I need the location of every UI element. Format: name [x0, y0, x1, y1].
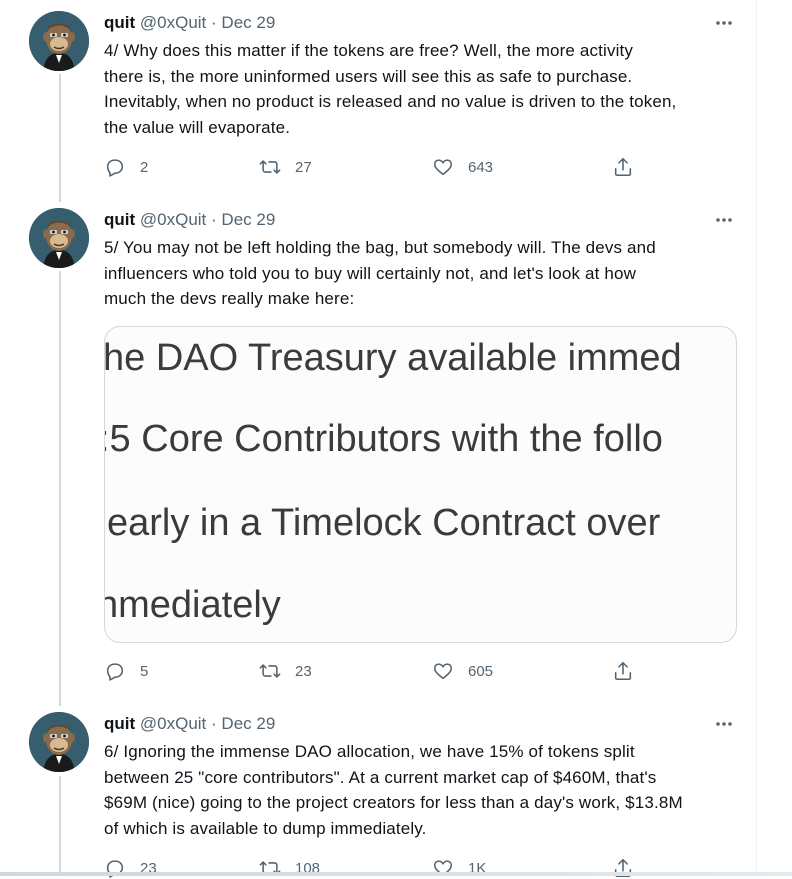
retweet-arrows-icon: [259, 160, 281, 174]
tweet-header: quit @0xQuit · Dec 29: [104, 12, 275, 34]
like-button[interactable]: 643: [432, 156, 493, 178]
separator: ·: [211, 714, 217, 733]
thread-connector: [59, 271, 61, 706]
heart-icon: [433, 663, 453, 680]
text-line: between 25 "core contributors". At a cur…: [104, 767, 657, 787]
more-options-button[interactable]: [713, 713, 735, 735]
reply-button[interactable]: 5: [104, 660, 148, 682]
share-upload-icon: [614, 661, 632, 681]
avatar[interactable]: [29, 712, 89, 772]
more-horizontal-icon: [716, 21, 732, 25]
tweet-date[interactable]: Dec 29: [221, 13, 275, 32]
separator: ·: [211, 13, 217, 32]
more-horizontal-icon: [716, 218, 732, 222]
reply-button[interactable]: 2: [104, 156, 148, 178]
tweet-text: 4/ Why does this matter if the tokens ar…: [104, 38, 744, 140]
tweet-text: 5/ You may not be left holding the bag, …: [104, 235, 744, 312]
avatar[interactable]: [29, 11, 89, 71]
image-text-line: he DAO Treasury available immed: [104, 337, 682, 379]
reply-count: 5: [140, 662, 149, 680]
bottom-edge: [0, 872, 792, 876]
reply-count: 2: [140, 158, 149, 176]
author-handle[interactable]: @0xQuit: [140, 210, 206, 229]
avatar[interactable]: [29, 208, 89, 268]
ape-avatar: [29, 208, 89, 268]
tweet-text: 6/ Ignoring the immense DAO allocation, …: [104, 739, 744, 841]
author-handle[interactable]: @0xQuit: [140, 714, 206, 733]
more-horizontal-icon: [716, 722, 732, 726]
image-text-line: :5 Core Contributors with the follo: [104, 418, 663, 460]
more-options-button[interactable]: [713, 12, 735, 34]
text-line: influencers who told you to buy will cer…: [104, 263, 637, 283]
text-line: $69M (nice) going to the project creator…: [104, 793, 683, 812]
heart-icon: [433, 159, 453, 176]
text-line: there is, the more uninformed users will…: [104, 66, 633, 86]
thread-connector: [59, 776, 61, 876]
image-text-line: early in a Timelock Contract over: [107, 502, 661, 544]
tweet-header: quit @0xQuit · Dec 29: [104, 713, 275, 735]
like-count: 643: [468, 158, 494, 176]
text-line: of which is available to dump immediatel…: [104, 818, 427, 838]
image-text-line: nmediately: [104, 584, 281, 626]
author-name[interactable]: quit: [104, 714, 135, 733]
retweet-count: 23: [295, 662, 312, 680]
author-handle[interactable]: @0xQuit: [140, 13, 206, 32]
text-line: the value will evaporate.: [104, 117, 291, 137]
author-name[interactable]: quit: [104, 13, 135, 32]
text-line: 6/ Ignoring the immense DAO allocation, …: [104, 742, 635, 761]
tweet-image[interactable]: he DAO Treasury available immed :5 Core …: [104, 326, 737, 643]
retweet-button[interactable]: 27: [259, 156, 312, 178]
more-options-button[interactable]: [713, 209, 735, 231]
like-count: 605: [468, 662, 494, 680]
reply-bubble-icon: [106, 159, 124, 177]
retweet-arrows-icon: [259, 664, 281, 678]
separator: ·: [211, 210, 217, 229]
like-button[interactable]: 605: [432, 660, 493, 682]
tweet-date[interactable]: Dec 29: [221, 210, 275, 229]
text-line: 5/ You may not be left holding the bag, …: [104, 238, 656, 257]
text-line: 4/ Why does this matter if the tokens ar…: [104, 41, 634, 60]
ape-avatar: [29, 712, 89, 772]
retweet-button[interactable]: 23: [259, 660, 312, 682]
tweet-header: quit @0xQuit · Dec 29: [104, 209, 275, 231]
text-line: Inevitably, when no product is released …: [104, 92, 677, 111]
tweet[interactable]: quit @0xQuit · Dec 29 4/ Why does this m…: [0, 0, 756, 200]
share-button[interactable]: [612, 660, 634, 682]
share-upload-icon: [614, 157, 632, 177]
share-button[interactable]: [612, 156, 634, 178]
retweet-count: 27: [295, 158, 312, 176]
author-name[interactable]: quit: [104, 210, 135, 229]
timeline-right-border: [756, 0, 757, 876]
text-line: much the devs really make here:: [104, 289, 355, 308]
tweet-date[interactable]: Dec 29: [221, 714, 275, 733]
reply-bubble-icon: [106, 663, 124, 681]
ape-avatar: [29, 11, 89, 71]
